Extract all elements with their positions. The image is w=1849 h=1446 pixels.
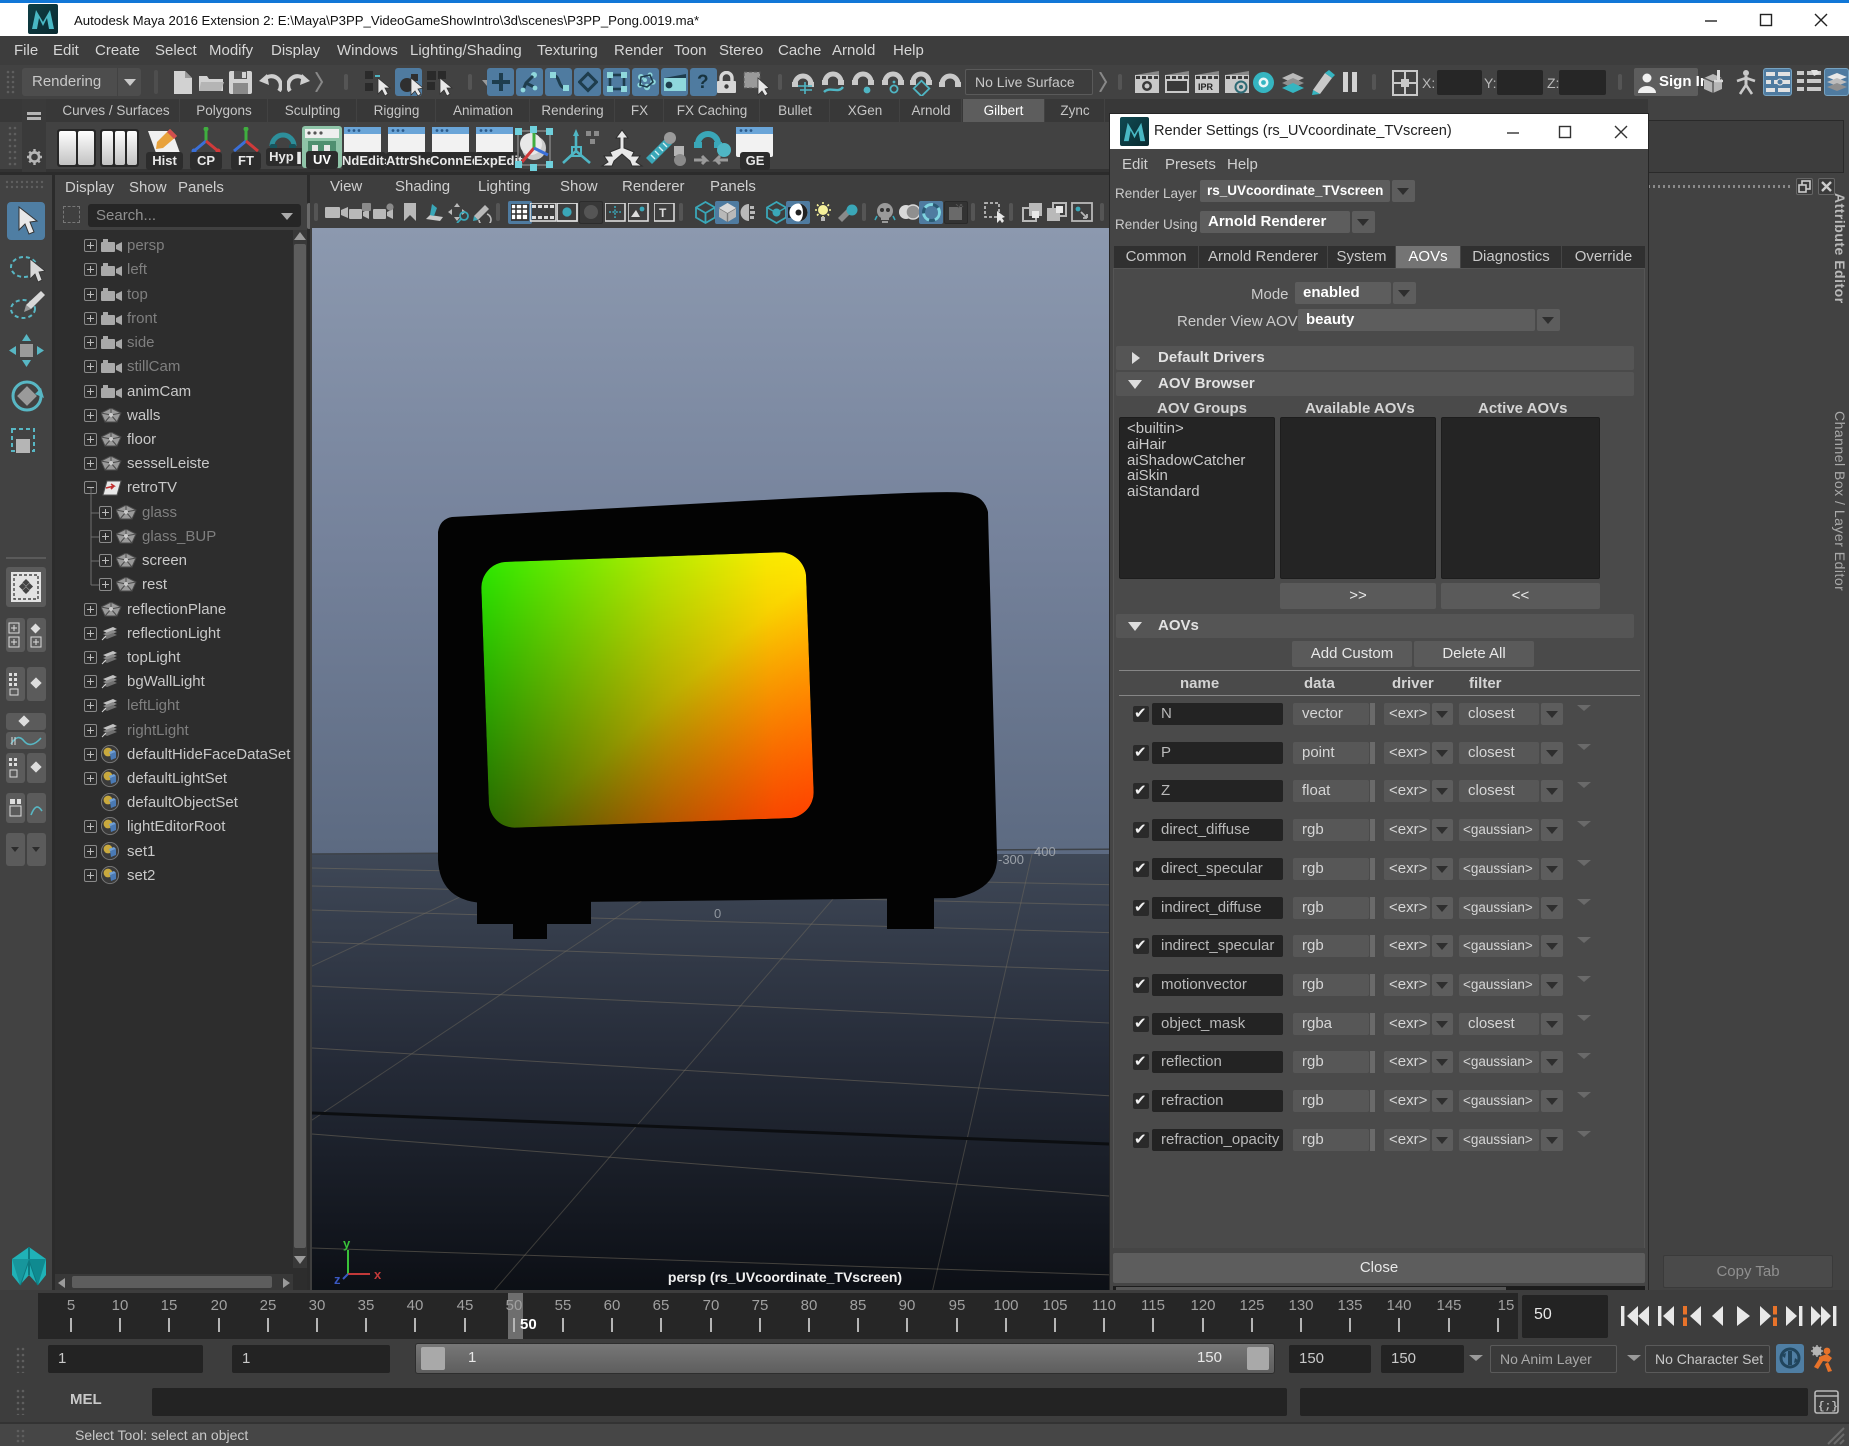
- svg-text:{;}: {;}: [1818, 1401, 1838, 1413]
- svg-text:persp (rs_UVcoordinate_TVscree: persp (rs_UVcoordinate_TVscreen): [668, 1269, 902, 1285]
- svg-text:400: 400: [1034, 844, 1056, 859]
- svg-text:IPR: IPR: [1198, 82, 1214, 92]
- svg-text:y: y: [343, 1236, 351, 1251]
- svg-text:T: T: [659, 206, 667, 220]
- svg-text:x: x: [374, 1267, 382, 1282]
- svg-text:-300: -300: [998, 852, 1024, 867]
- svg-text:z: z: [334, 1272, 341, 1287]
- svg-text:0: 0: [714, 906, 721, 921]
